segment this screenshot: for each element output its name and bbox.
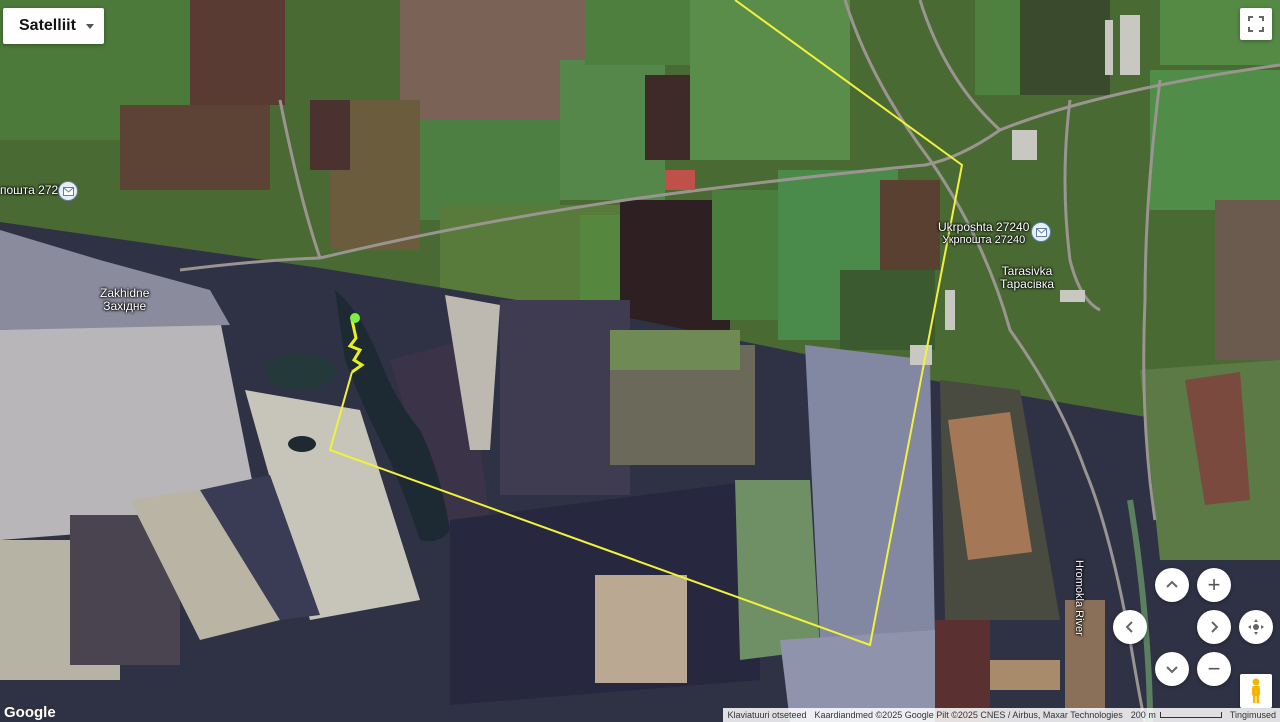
place-name-native: Тарасівка (1000, 277, 1055, 291)
zoom-out-button[interactable]: − (1197, 652, 1231, 686)
pegman-icon (1252, 678, 1260, 703)
map-type-selector[interactable]: Satelliit (3, 8, 104, 44)
plus-icon: + (1207, 572, 1221, 597)
zoom-in-button[interactable]: + (1197, 568, 1231, 602)
left-icon (1125, 621, 1133, 633)
scale-label[interactable]: 200 m (1127, 710, 1160, 720)
terms-link[interactable]: Tingimused (1226, 710, 1280, 720)
river-label: Hromokla River (1072, 560, 1085, 636)
pan-down-button[interactable] (1155, 652, 1189, 686)
chevron-down-icon (85, 23, 94, 29)
right-icon (1211, 621, 1219, 633)
google-logo: Google (4, 704, 56, 721)
up-icon (1166, 580, 1178, 588)
minus-icon: − (1207, 656, 1221, 681)
pan-up-button[interactable] (1155, 568, 1189, 602)
scale-bar (1159, 712, 1222, 718)
recenter-icon (1248, 619, 1264, 635)
place-label-zakhidne[interactable]: Zakhidne Західне (100, 287, 149, 313)
satellite-map[interactable] (0, 0, 1280, 722)
map-type-label: Satelliit (19, 17, 76, 34)
post-office-label-27240[interactable]: Ukrposhta 27240 Укрпошта 27240 (938, 221, 1029, 247)
post-office-name: Ukrposhta 27240 (938, 220, 1030, 234)
fullscreen-button[interactable] (1240, 8, 1272, 40)
mail-icon[interactable] (58, 181, 78, 201)
pan-left-button[interactable] (1113, 610, 1147, 644)
keyboard-shortcuts-link[interactable]: Klaviatuuri otseteed (723, 710, 810, 720)
post-office-name-native: Укрпошта 27240 (942, 234, 1026, 246)
attribution-bar: Klaviatuuri otseteed Kaardiandmed ©2025 … (723, 708, 1280, 722)
map-data-attribution: Kaardiandmed ©2025 Google Pilt ©2025 CNE… (814, 710, 1123, 720)
mail-icon[interactable] (1031, 222, 1051, 242)
down-icon (1166, 666, 1178, 674)
street-view-pegman-button[interactable] (1240, 674, 1272, 708)
place-name-native: Західне (103, 299, 147, 313)
river-name: Hromokla River (1073, 560, 1085, 636)
place-label-tarasivka[interactable]: Tarasivka Тарасівка (1000, 265, 1054, 291)
pan-right-button[interactable] (1197, 610, 1231, 644)
fullscreen-icon (1248, 16, 1264, 32)
track-start-marker (350, 313, 360, 323)
recenter-button[interactable] (1239, 610, 1273, 644)
